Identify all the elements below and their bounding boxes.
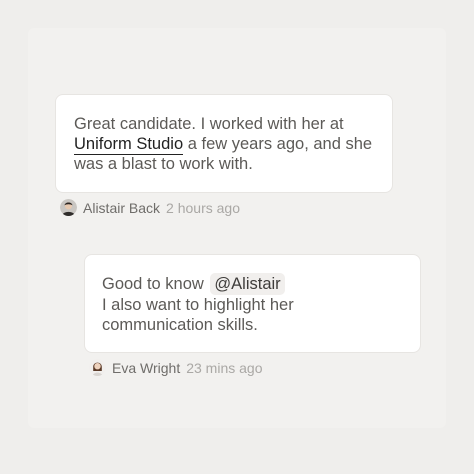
comment-line: communication skills.	[102, 316, 258, 334]
comment-text-part: Great candidate. I worked with her at	[74, 115, 344, 133]
comment-text-part: Good to know	[102, 275, 209, 293]
comment-bubble-eva: Good to know @Alistair I also want to hi…	[84, 254, 421, 353]
comment-line: Good to know @Alistair	[102, 273, 403, 295]
comment-line: I also want to highlight her	[102, 296, 294, 314]
avatar[interactable]	[89, 359, 106, 376]
comment-timestamp: 23 mins ago	[186, 359, 263, 376]
company-link[interactable]: Uniform Studio	[74, 135, 184, 155]
person-avatar-dark-hair-icon	[60, 199, 77, 216]
comment-author[interactable]: Eva Wright	[112, 360, 180, 376]
avatar[interactable]	[60, 199, 77, 216]
person-avatar-brown-hair-icon	[89, 359, 106, 376]
comment-meta-alistair: Alistair Back 2 hours ago	[60, 199, 240, 216]
mention-tag[interactable]: @Alistair	[210, 273, 285, 295]
comment-author[interactable]: Alistair Back	[83, 200, 160, 216]
comment-meta-eva: Eva Wright 23 mins ago	[89, 359, 263, 376]
comment-timestamp: 2 hours ago	[166, 199, 240, 216]
comment-bubble-alistair: Great candidate. I worked with her at Un…	[55, 94, 393, 193]
